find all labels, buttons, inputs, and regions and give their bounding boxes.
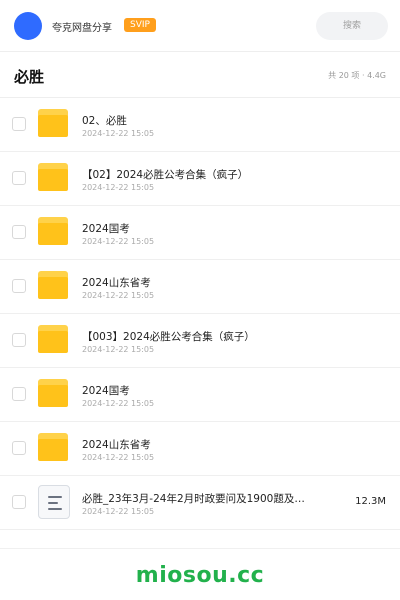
watermark-logo: miosou.cc xyxy=(135,563,265,588)
select-checkbox[interactable] xyxy=(12,279,26,293)
list-item[interactable]: 2024山东省考 2024-12-22 15:05 xyxy=(0,422,400,476)
item-date: 2024-12-22 15:05 xyxy=(82,345,155,354)
item-name: 【02】2024必胜公考合集（疯子） xyxy=(82,169,249,181)
folder-icon xyxy=(38,325,68,353)
item-summary: 共 20 项 · 4.4G xyxy=(328,71,386,80)
folder-icon xyxy=(38,217,68,245)
list-item[interactable]: 【02】2024必胜公考合集（疯子） 2024-12-22 15:05 xyxy=(0,152,400,206)
folder-icon xyxy=(38,433,68,461)
svip-badge: SVIP xyxy=(124,18,156,32)
item-name: 2024国考 xyxy=(82,223,130,235)
folder-header: 必胜 共 20 项 · 4.4G xyxy=(0,52,400,98)
top-bar: 夸克网盘分享 SVIP xyxy=(0,0,400,52)
item-name: 2024山东省考 xyxy=(82,277,151,289)
item-date: 2024-12-22 15:05 xyxy=(82,183,155,192)
list-item[interactable]: 2024国考 2024-12-22 15:05 xyxy=(0,368,400,422)
item-date: 2024-12-22 15:05 xyxy=(82,399,155,408)
select-checkbox[interactable] xyxy=(12,171,26,185)
folder-icon xyxy=(38,379,68,407)
file-list: 02、必胜 2024-12-22 15:05 【02】2024必胜公考合集（疯子） 2… xyxy=(0,98,400,530)
list-item[interactable]: 【003】2024必胜公考合集（疯子） 2024-12-22 15:05 xyxy=(0,314,400,368)
select-checkbox[interactable] xyxy=(12,495,26,509)
page-title: 必胜 xyxy=(14,68,45,86)
item-name: 必胜_23年3月-24年2月时政要问及1900题及… xyxy=(82,493,305,505)
folder-icon xyxy=(38,271,68,299)
item-name: 2024国考 xyxy=(82,385,130,397)
select-checkbox[interactable] xyxy=(12,441,26,455)
avatar[interactable] xyxy=(14,12,42,40)
share-owner-name: 夸克网盘分享 xyxy=(52,23,112,34)
select-checkbox[interactable] xyxy=(12,117,26,131)
list-item[interactable]: 2024国考 2024-12-22 15:05 xyxy=(0,206,400,260)
item-name: 02、必胜 xyxy=(82,115,127,127)
item-date: 2024-12-22 15:05 xyxy=(82,453,155,462)
select-checkbox[interactable] xyxy=(12,225,26,239)
folder-icon xyxy=(38,109,68,137)
item-date: 2024-12-22 15:05 xyxy=(82,291,155,300)
list-item[interactable]: 2024山东省考 2024-12-22 15:05 xyxy=(0,260,400,314)
footer: miosou.cc xyxy=(0,548,400,600)
document-icon xyxy=(38,485,70,519)
item-name: 2024山东省考 xyxy=(82,439,151,451)
list-item[interactable]: 02、必胜 2024-12-22 15:05 xyxy=(0,98,400,152)
list-item[interactable]: 必胜_23年3月-24年2月时政要问及1900题及… 2024-12-22 15:… xyxy=(0,476,400,530)
select-checkbox[interactable] xyxy=(12,333,26,347)
item-date: 2024-12-22 15:05 xyxy=(82,129,155,138)
select-checkbox[interactable] xyxy=(12,387,26,401)
item-name: 【003】2024必胜公考合集（疯子） xyxy=(82,331,255,343)
folder-icon xyxy=(38,163,68,191)
item-size: 12.3M xyxy=(355,496,386,507)
item-date: 2024-12-22 15:05 xyxy=(82,237,155,246)
item-date: 2024-12-22 15:05 xyxy=(82,507,155,516)
search-input[interactable] xyxy=(316,12,388,40)
